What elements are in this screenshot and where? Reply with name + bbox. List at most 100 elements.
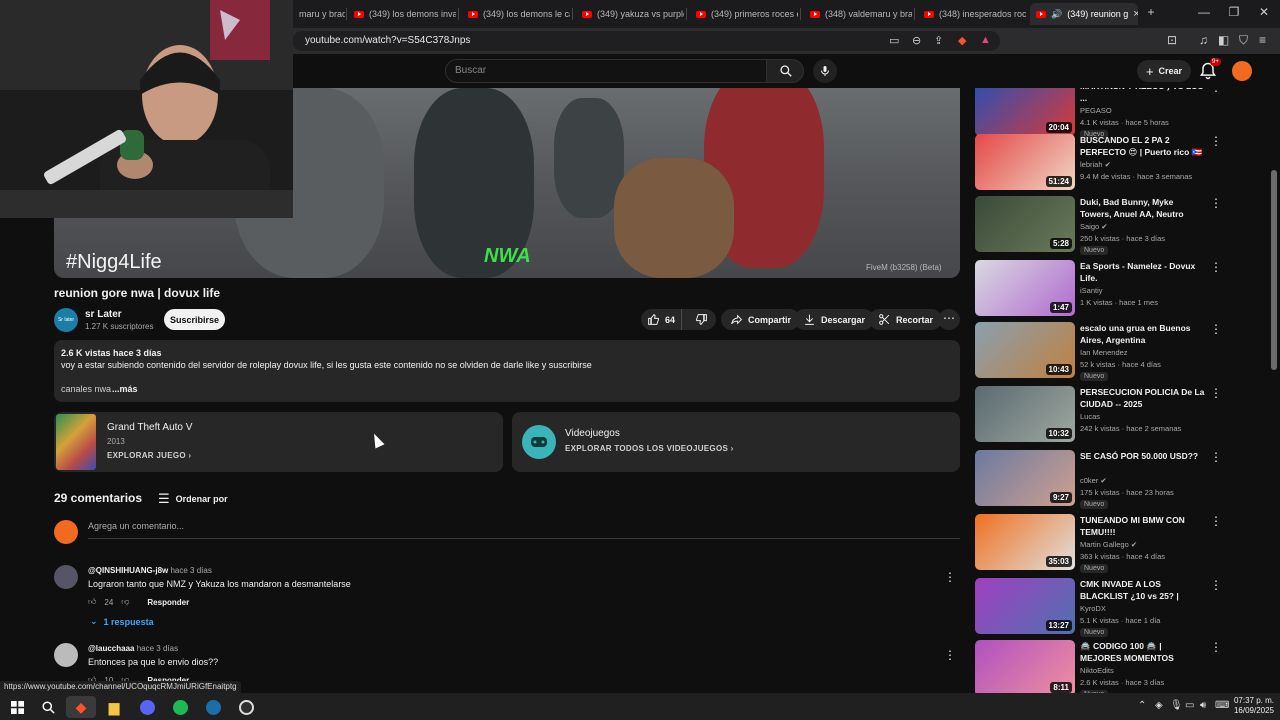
video-thumbnail[interactable]: 51:24: [975, 134, 1075, 190]
reply-button[interactable]: Responder: [147, 598, 189, 607]
related-video-item[interactable]: 20:04 MARTINSN Y KZECO ) VS LOS ... PEGASO…: [975, 88, 1255, 140]
comment-menu-icon[interactable]: ⋮: [944, 570, 956, 584]
clip-button[interactable]: Recortar: [869, 309, 943, 330]
related-video-item[interactable]: 10:43 escalo una grua en Buenos Aires, Ar…: [975, 322, 1255, 382]
browser-tab-active[interactable]: 🔊 (349) reunion g ×: [1030, 3, 1138, 25]
related-video-item[interactable]: 1:47 Ea Sports - Namelez - Dovux Life. iSa…: [975, 260, 1255, 320]
volume-icon[interactable]: 🔊︎: [1200, 700, 1206, 711]
split-view-icon[interactable]: ◧: [1218, 33, 1229, 47]
add-comment-input[interactable]: Agrega un comentario...: [88, 521, 960, 539]
related-video-title[interactable]: Ea Sports - Namelez - Dovux Life.: [1080, 260, 1205, 284]
like-button[interactable]: 64: [641, 309, 683, 330]
related-video-item[interactable]: 9:27 SE CASÓ POR 50.000 USD?? c0ker ✔ 175 k…: [975, 450, 1255, 510]
media-icon[interactable]: ♫: [1199, 33, 1208, 47]
dislike-button[interactable]: [687, 309, 716, 330]
video-thumbnail[interactable]: 9:27: [975, 450, 1075, 506]
related-video-title[interactable]: SE CASÓ POR 50.000 USD??: [1080, 450, 1205, 462]
new-tab-button[interactable]: +: [1139, 5, 1163, 19]
video-menu-icon[interactable]: ⋮: [1210, 88, 1222, 94]
video-menu-icon[interactable]: ⋮: [1210, 514, 1222, 528]
comment-author[interactable]: @QINSHIHUANG-j8w: [88, 566, 168, 575]
brave-shields-icon[interactable]: ◆: [958, 34, 966, 47]
browser-tab[interactable]: maru y brad: [293, 3, 345, 25]
browser-tab[interactable]: (349) primeros roces e: [690, 3, 798, 25]
voice-search-button[interactable]: [813, 59, 837, 83]
view-replies-button[interactable]: ⌄ 1 respuesta: [90, 616, 154, 627]
brave-rewards-icon[interactable]: ▲: [980, 34, 991, 46]
video-menu-icon[interactable]: ⋮: [1210, 322, 1222, 336]
system-clock[interactable]: 07:37 p. m. 16/09/2025: [1230, 696, 1274, 716]
search-button[interactable]: [766, 59, 804, 83]
language-icon[interactable]: ⌨︎: [1215, 700, 1229, 711]
video-menu-icon[interactable]: ⋮: [1210, 386, 1222, 400]
comment-author-avatar[interactable]: [54, 643, 78, 667]
video-thumbnail[interactable]: 20:04: [975, 88, 1075, 136]
browser-tab[interactable]: (348) valdemaru y brad: [804, 3, 912, 25]
share-button[interactable]: Compartir: [721, 309, 801, 330]
create-button[interactable]: + Crear: [1137, 60, 1191, 82]
video-menu-icon[interactable]: ⋮: [1210, 450, 1222, 464]
description-box[interactable]: 2.6 K vistas hace 3 días voy a estar sub…: [54, 340, 960, 402]
taskbar-steam[interactable]: [198, 696, 228, 718]
related-video-title[interactable]: BUSCANDO EL 2 PA 2 PERFECTO 😍 | Puerto r…: [1080, 134, 1205, 158]
related-video-title[interactable]: 🚔 CODIGO 100 🚔 | MEJORES MOMENTOS MARBEL…: [1080, 640, 1205, 664]
related-video-channel[interactable]: PEGASO: [1080, 106, 1112, 115]
subscribe-button[interactable]: Suscribirse: [164, 309, 225, 330]
sort-comments-button[interactable]: ☰ Ordenar por: [158, 491, 228, 507]
related-video-item[interactable]: 8:11 🚔 CODIGO 100 🚔 | MEJORES MOMENTOS MA…: [975, 640, 1255, 693]
related-video-channel[interactable]: KyroDX: [1080, 604, 1106, 613]
related-video-channel[interactable]: c0ker ✔: [1080, 476, 1107, 485]
related-video-channel[interactable]: lebriah ✔: [1080, 160, 1111, 169]
comment-author[interactable]: @laucchaaa: [88, 644, 135, 653]
taskbar-spotify[interactable]: [165, 696, 195, 718]
browser-tab[interactable]: (349) los demons le ca: [462, 3, 570, 25]
related-video-title[interactable]: TUNEANDO MI BMW CON TEMU!!!!: [1080, 514, 1205, 538]
video-menu-icon[interactable]: ⋮: [1210, 578, 1222, 592]
video-menu-icon[interactable]: ⋮: [1210, 134, 1222, 148]
microphone-tray-icon[interactable]: 🎙︎: [1170, 700, 1183, 711]
vpn-icon[interactable]: ⛉: [1239, 33, 1248, 48]
related-video-title[interactable]: PERSECUCION POLICIA De La CIUDAD -- 2025: [1080, 386, 1205, 410]
comment-like-icon[interactable]: 👍︎: [88, 597, 96, 607]
related-video-channel[interactable]: NiktoEdits: [1080, 666, 1114, 675]
video-thumbnail[interactable]: 35:03: [975, 514, 1075, 570]
share-page-icon[interactable]: ⇪: [934, 34, 943, 47]
related-video-title[interactable]: escalo una grua en Buenos Aires, Argenti…: [1080, 322, 1205, 346]
game-card[interactable]: Grand Theft Auto V 2013 EXPLORAR JUEGO ›: [54, 412, 503, 472]
comment-menu-icon[interactable]: ⋮: [944, 648, 956, 662]
tray-overflow-icon[interactable]: ⌃: [1138, 700, 1146, 711]
zoom-icon[interactable]: ⊖: [912, 34, 921, 47]
browser-tab[interactable]: (348) inesperados roce: [918, 3, 1026, 25]
minimize-button[interactable]: —: [1192, 5, 1216, 19]
browser-tab[interactable]: (349) yakuza vs purple: [576, 3, 684, 25]
related-video-channel[interactable]: Martin Gallego ✔: [1080, 540, 1137, 549]
video-thumbnail[interactable]: 10:43: [975, 322, 1075, 378]
related-video-channel[interactable]: Lucas: [1080, 412, 1100, 421]
search-input[interactable]: Buscar: [445, 59, 767, 83]
related-video-channel[interactable]: Ian Menendez: [1080, 348, 1128, 357]
category-card[interactable]: Videojuegos EXPLORAR TODOS LOS VIDEOJUEG…: [512, 412, 960, 472]
related-video-item[interactable]: 13:27 CMK INVADE A LOS BLACKLIST ¿10 vs 2…: [975, 578, 1255, 638]
comment-author-avatar[interactable]: [54, 565, 78, 589]
related-video-item[interactable]: 5:28 Duki, Bad Bunny, Myke Towers, Anuel …: [975, 196, 1255, 256]
explore-game-link[interactable]: EXPLORAR JUEGO ›: [107, 451, 191, 460]
start-button[interactable]: [2, 696, 32, 718]
sidebar-panel-icon[interactable]: ⊡: [1167, 33, 1177, 47]
tray-app-icon[interactable]: ◈: [1155, 700, 1163, 711]
video-menu-icon[interactable]: ⋮: [1210, 196, 1222, 210]
close-window-button[interactable]: ✕: [1252, 5, 1276, 19]
taskbar-search-button[interactable]: [33, 696, 63, 718]
related-video-item[interactable]: 51:24 BUSCANDO EL 2 PA 2 PERFECTO 😍 | Pue…: [975, 134, 1255, 194]
related-video-title[interactable]: Duki, Bad Bunny, Myke Towers, Anuel AA, …: [1080, 196, 1205, 220]
video-thumbnail[interactable]: 10:32: [975, 386, 1075, 442]
video-thumbnail[interactable]: 13:27: [975, 578, 1075, 634]
taskbar-obs[interactable]: [231, 696, 261, 718]
related-video-title[interactable]: MARTINSN Y KZECO ) VS LOS ...: [1080, 88, 1205, 104]
related-video-title[interactable]: CMK INVADE A LOS BLACKLIST ¿10 vs 25? | …: [1080, 578, 1205, 602]
browser-tab[interactable]: (349) los demons invad: [348, 3, 456, 25]
taskbar-explorer[interactable]: ▆: [99, 696, 129, 718]
page-scrollbar[interactable]: [1271, 170, 1277, 370]
channel-name[interactable]: sr Later: [85, 309, 122, 320]
menu-icon[interactable]: ≡: [1259, 33, 1266, 47]
channel-avatar[interactable]: Sr later: [54, 308, 78, 332]
